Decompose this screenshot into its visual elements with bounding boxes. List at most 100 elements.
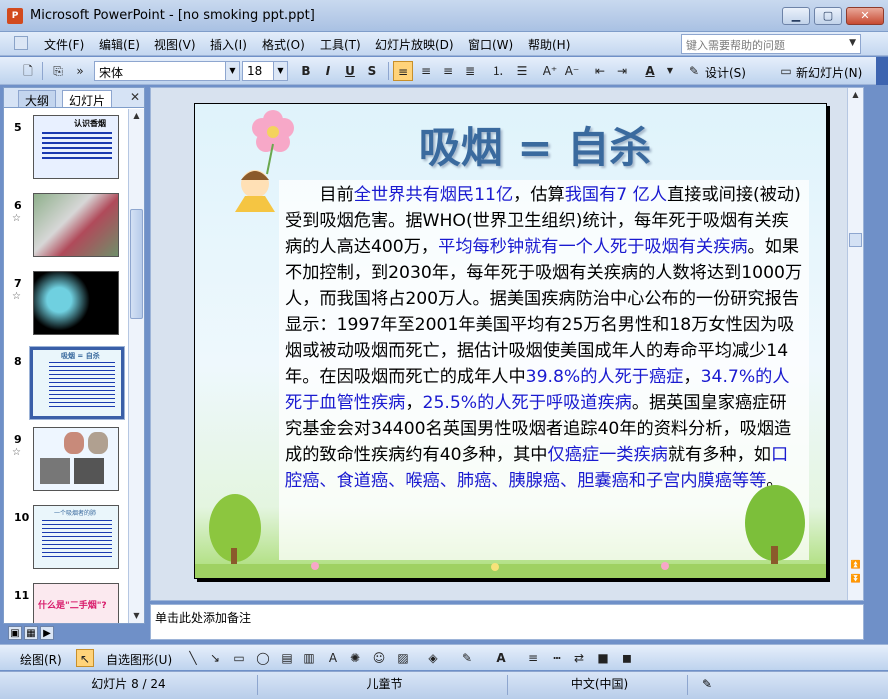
scroll-up-icon[interactable]: ▲ [848, 88, 863, 102]
increase-font-icon[interactable]: A⁺ [540, 61, 560, 81]
slide-thumb-11[interactable]: 什么是"二手烟"? [33, 583, 119, 623]
copy-icon[interactable]: ⎘ [48, 61, 68, 81]
close-icon[interactable]: ✕ [130, 90, 140, 104]
menu-file[interactable]: 文件(F) [44, 36, 84, 53]
fill-color-icon[interactable]: ◈ [424, 649, 442, 667]
increase-indent-icon[interactable]: ⇥ [612, 61, 632, 81]
design-icon[interactable]: ✎ [684, 61, 704, 81]
animation-star-icon: ☆ [12, 213, 21, 224]
3d-style-icon[interactable]: ◼ [618, 649, 636, 667]
more-options-icon[interactable]: » [70, 61, 90, 81]
font-color-icon[interactable]: A [492, 649, 510, 667]
shadow-button[interactable]: S [362, 61, 382, 81]
next-slide-icon[interactable]: ⏬ [848, 572, 863, 586]
picture-icon[interactable]: ▨ [394, 649, 412, 667]
chevron-down-icon[interactable]: ▼ [660, 61, 680, 81]
select-pointer-icon[interactable]: ↖ [76, 649, 94, 667]
numbered-list-icon[interactable]: ⒈ [488, 61, 508, 81]
align-left-icon[interactable]: ≡ [393, 61, 413, 81]
slide-thumb-10[interactable]: 一个吸烟者的肺 [33, 505, 119, 569]
slide-thumb-7[interactable] [33, 271, 119, 335]
chevron-down-icon[interactable]: ▼ [849, 38, 856, 48]
minimize-button[interactable]: ▁ [782, 7, 810, 25]
clipart-icon[interactable]: ☺ [370, 649, 388, 667]
normal-view-icon[interactable]: ▣ [8, 626, 22, 640]
slide-sorter-icon[interactable]: ▦ [24, 626, 38, 640]
diagram-icon[interactable]: ✺ [346, 649, 364, 667]
notes-placeholder: 单击此处添加备注 [155, 611, 252, 625]
bullet-list-icon[interactable]: ☰ [512, 61, 532, 81]
menu-format[interactable]: 格式(O) [262, 36, 305, 53]
previous-slide-icon[interactable]: ⏫ [848, 558, 863, 572]
scroll-down-icon[interactable]: ▼ [129, 609, 144, 623]
decrease-indent-icon[interactable]: ⇤ [590, 61, 610, 81]
scroll-thumb[interactable] [130, 209, 143, 319]
design-button[interactable]: 设计(S) [705, 64, 746, 81]
vertical-textbox-icon[interactable]: ▥ [300, 649, 318, 667]
toolbar-options-icon[interactable] [876, 57, 888, 85]
slide-thumb-9[interactable] [33, 427, 119, 491]
maximize-button[interactable]: ▢ [814, 7, 842, 25]
panel-scrollbar[interactable]: ▲ ▼ [128, 109, 144, 623]
help-search-input[interactable]: 键入需要帮助的问题 ▼ [681, 34, 861, 54]
slide-scrollbar[interactable]: ▲ ⏫ ⏬ [847, 88, 863, 600]
slide-canvas[interactable]: 吸烟 = 自杀 目前全世界共有烟民11亿，估算我国有7 亿人直接或间接(被动)受… [194, 103, 827, 579]
line-style-icon[interactable]: ≡ [524, 649, 542, 667]
scroll-up-icon[interactable]: ▲ [129, 109, 144, 123]
new-document-icon[interactable]: 🗋 [18, 61, 38, 81]
arrow-style-icon[interactable]: ⇄ [570, 649, 588, 667]
font-color-icon[interactable]: A [640, 61, 660, 81]
chevron-down-icon[interactable]: ▼ [225, 62, 239, 80]
close-button[interactable]: ✕ [846, 7, 884, 25]
slide-thumb-5[interactable]: 认识香烟 [33, 115, 119, 179]
slide-position-status: 幻灯片 8 / 24 [0, 675, 258, 695]
decrease-font-icon[interactable]: A⁻ [562, 61, 582, 81]
oval-icon[interactable]: ◯ [254, 649, 272, 667]
powerpoint-icon[interactable]: P [7, 8, 23, 24]
rectangle-icon[interactable]: ▭ [230, 649, 248, 667]
underline-button[interactable]: U [340, 61, 360, 81]
slideshow-icon[interactable]: ▶ [40, 626, 54, 640]
align-right-icon[interactable]: ≡ [438, 61, 458, 81]
line-icon[interactable]: ╲ [184, 649, 202, 667]
tab-outline[interactable]: 大纲 [18, 90, 57, 108]
chevron-down-icon[interactable]: ▼ [273, 62, 287, 80]
dash-style-icon[interactable]: ┅ [548, 649, 566, 667]
design-template-status: 儿童节 [262, 675, 508, 695]
align-center-icon[interactable]: ≡ [416, 61, 436, 81]
formatting-toolbar: 🗋 ⎘ » 宋体 ▼ 18 ▼ B I U S ≡ ≡ ≡ ≣ ⒈ ☰ A⁺ A⁻ … [0, 57, 888, 85]
notes-pane[interactable]: 单击此处添加备注 [150, 604, 864, 640]
slide-title[interactable]: 吸烟 = 自杀 [385, 114, 685, 175]
menu-insert[interactable]: 插入(I) [210, 36, 247, 53]
textbox-icon[interactable]: ▤ [278, 649, 296, 667]
menu-slideshow[interactable]: 幻灯片放映(D) [375, 36, 454, 53]
justify-icon[interactable]: ≣ [460, 61, 480, 81]
shadow-style-icon[interactable]: ■ [594, 649, 612, 667]
slide-thumb-title: 什么是"二手烟"? [38, 601, 107, 611]
drawing-toolbar: 绘图(R) ↖ 自选图形(U) ╲ ↘ ▭ ◯ ▤ ▥ A ✺ ☺ ▨ ◈ ✎ … [0, 644, 888, 670]
menu-help[interactable]: 帮助(H) [528, 36, 570, 53]
font-family-select[interactable]: 宋体 ▼ [94, 61, 240, 81]
font-size-select[interactable]: 18 ▼ [242, 61, 288, 81]
tab-slides[interactable]: 幻灯片 [62, 90, 113, 108]
scroll-thumb[interactable] [849, 233, 862, 247]
bold-button[interactable]: B [296, 61, 316, 81]
autoshapes-menu-button[interactable]: 自选图形(U) [106, 651, 172, 668]
slide-thumb-8[interactable]: 吸烟 = 自杀 [29, 346, 125, 420]
new-slide-icon[interactable]: ▭ [776, 61, 796, 81]
menu-tools[interactable]: 工具(T) [320, 36, 361, 53]
spellcheck-icon[interactable]: ✎ [692, 675, 722, 695]
view-buttons: ▣ ▦ ▶ [8, 626, 148, 642]
wordart-icon[interactable]: A [324, 649, 342, 667]
document-menu-icon[interactable] [14, 36, 28, 50]
arrow-icon[interactable]: ↘ [206, 649, 224, 667]
line-color-icon[interactable]: ✎ [458, 649, 476, 667]
new-slide-button[interactable]: 新幻灯片(N) [796, 64, 862, 81]
slide-number: 8 [14, 355, 22, 368]
italic-button[interactable]: I [318, 61, 338, 81]
draw-menu-button[interactable]: 绘图(R) [20, 651, 62, 668]
menu-view[interactable]: 视图(V) [154, 36, 196, 53]
menu-window[interactable]: 窗口(W) [468, 36, 513, 53]
menu-edit[interactable]: 编辑(E) [99, 36, 140, 53]
slide-thumb-6[interactable] [33, 193, 119, 257]
